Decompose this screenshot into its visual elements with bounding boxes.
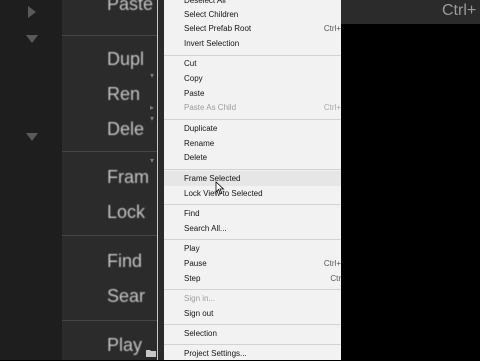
menu-item-label: Frame Selected — [184, 174, 241, 183]
background-separator — [62, 320, 158, 321]
background-item-search: Sear — [107, 286, 146, 306]
menu-item-frame-selected[interactable]: Frame Selected — [164, 171, 341, 186]
collapse-arrow-icon — [26, 133, 38, 141]
menu-item-sign-in[interactable]: Sign in... — [164, 291, 341, 306]
menu-item-select-prefab-root[interactable]: Select Prefab Root Ctrl+ — [164, 21, 341, 36]
menu-separator — [164, 204, 341, 205]
context-menu: Deselect All Select Children Select Pref… — [158, 0, 341, 360]
background-separator — [62, 235, 158, 236]
menu-item-step[interactable]: Step Ctr — [164, 271, 341, 286]
menu-item-rename[interactable]: Rename — [164, 136, 341, 151]
menu-item-shortcut: Ctrl+ — [323, 24, 341, 33]
background-item-play: Play — [107, 335, 143, 355]
menu-item-label: Cut — [184, 59, 197, 68]
background-item-frame: Fram — [107, 167, 149, 187]
menu-item-paste[interactable]: Paste — [164, 86, 341, 101]
background-item-lock: Lock — [107, 202, 146, 222]
menu-separator — [164, 344, 341, 345]
background-shortcut: Ctrl+ — [442, 2, 477, 19]
background-item-find: Find — [107, 251, 143, 271]
menu-item-label: Paste — [184, 89, 205, 98]
menu-item-copy[interactable]: Copy — [164, 71, 341, 86]
submenu-arrow-icon: ▾ — [150, 156, 155, 165]
menu-item-label: Project Settings... — [184, 349, 247, 358]
menu-item-label: Rename — [184, 139, 215, 148]
menu-item-cut[interactable]: Cut — [164, 56, 341, 71]
menu-item-label: Copy — [184, 74, 203, 83]
background-separator — [62, 151, 158, 152]
background-hierarchy-panel: Paste Dupl Ren Dele Fram Lock Find Sear … — [0, 0, 158, 360]
menu-item-invert-selection[interactable]: Invert Selection — [164, 36, 341, 51]
folder-icon — [146, 350, 156, 357]
menu-item-label: Paste As Child — [184, 103, 237, 112]
menu-separator — [164, 239, 341, 240]
menu-item-label: Step — [184, 274, 201, 283]
background-item-paste: Paste — [107, 0, 154, 14]
menu-item-search-all[interactable]: Search All... — [164, 221, 341, 236]
menu-item-shortcut: Ctr — [330, 274, 341, 283]
menu-item-shortcut: Ctrl+ — [323, 103, 341, 112]
menu-item-project-settings[interactable]: Project Settings... — [164, 346, 341, 361]
menu-item-label: Duplicate — [184, 124, 218, 133]
menu-item-sign-out[interactable]: Sign out — [164, 306, 341, 321]
background-item-rename: Ren — [107, 84, 141, 104]
menu-item-duplicate[interactable]: Duplicate — [164, 121, 341, 136]
background-item-duplicate: Dupl — [107, 49, 145, 69]
menu-item-pause[interactable]: Pause Ctrl+ — [164, 256, 341, 271]
menu-item-label: Play — [184, 244, 200, 253]
background-item-delete: Dele — [107, 119, 145, 139]
menu-item-label: Invert Selection — [184, 39, 240, 48]
menu-item-play[interactable]: Play — [164, 241, 341, 256]
submenu-arrow-icon: ▸ — [150, 103, 155, 112]
menu-separator — [164, 289, 341, 290]
menu-item-label: Sign in... — [184, 294, 216, 303]
menu-item-label: Selection — [184, 329, 217, 338]
menu-separator — [164, 169, 341, 170]
menu-item-lock-view-to-selected[interactable]: Lock View to Selected — [164, 186, 341, 201]
menu-item-delete[interactable]: Delete — [164, 150, 341, 165]
menu-item-select-children[interactable]: Select Children — [164, 7, 341, 22]
background-separator — [62, 35, 158, 36]
menu-separator — [164, 324, 341, 325]
expand-arrow-icon — [28, 6, 36, 18]
menu-item-shortcut: Ctrl+ — [323, 259, 341, 268]
menu-item-label: Find — [184, 209, 200, 218]
menu-separator — [164, 119, 341, 120]
collapse-arrow-icon — [26, 35, 38, 43]
menu-item-label: Search All... — [184, 224, 227, 233]
menu-item-label: Select Children — [184, 10, 239, 19]
submenu-arrow-icon: ▾ — [150, 114, 155, 123]
menu-item-find[interactable]: Find — [164, 206, 341, 221]
menu-item-paste-as-child[interactable]: Paste As Child Ctrl+ — [164, 100, 341, 115]
menu-item-label: Sign out — [184, 309, 214, 318]
menu-item-label: Delete — [184, 153, 208, 162]
menu-item-selection[interactable]: Selection — [164, 326, 341, 341]
background-right-panel: Ctrl+ — [341, 0, 480, 360]
mouse-cursor-icon — [215, 181, 225, 195]
menu-item-label: Select Prefab Root — [184, 24, 252, 33]
menu-item-label: Pause — [184, 259, 207, 268]
submenu-arrow-icon: ▾ — [150, 71, 155, 80]
